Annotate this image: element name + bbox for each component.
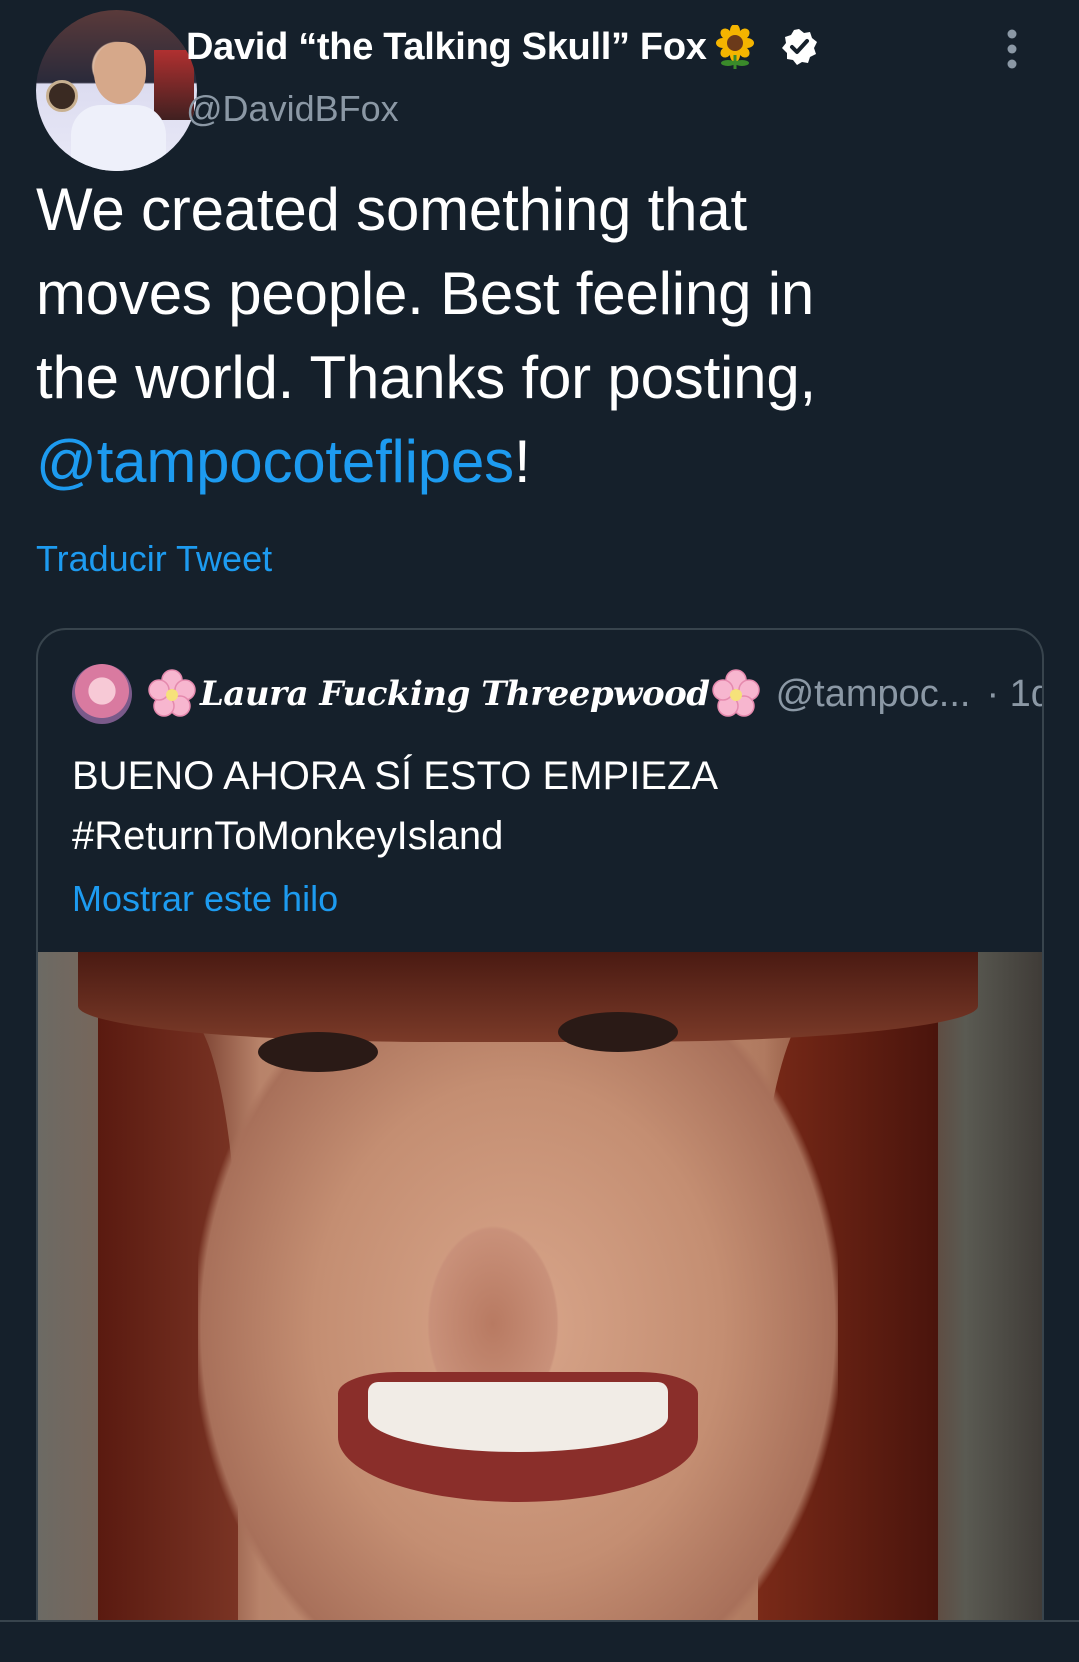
translate-tweet-link[interactable]: Traducir Tweet [36, 538, 272, 580]
quoted-tweet-header: Laura Fucking Threepwood @tampoc... · 1d [72, 664, 1042, 724]
more-options-icon[interactable] [1000, 24, 1024, 74]
tweet-text-line: the world. Thanks for posting, [36, 344, 816, 411]
mention-link[interactable]: @tampocoteflipes [36, 428, 514, 495]
quoted-tweet-card[interactable]: Laura Fucking Threepwood @tampoc... · 1d… [36, 628, 1044, 1662]
verified-badge-icon [779, 27, 819, 67]
tweet-text-line: @tampocoteflipes! [36, 420, 1036, 504]
quoted-author-avatar[interactable] [72, 664, 132, 724]
cherry-blossom-icon [710, 668, 762, 720]
hashtag-link[interactable]: #ReturnToMonkeyIsland [72, 806, 1012, 866]
sunflower-icon [713, 24, 757, 69]
author-handle[interactable]: @DavidBFox [186, 88, 399, 130]
bottom-divider [0, 1620, 1079, 1662]
quoted-text-line: BUENO AHORA SÍ ESTO EMPIEZA [72, 754, 719, 798]
quoted-tweet-text: BUENO AHORA SÍ ESTO EMPIEZA #ReturnToMon… [72, 746, 1012, 866]
quoted-tweet-photo[interactable] [38, 952, 1042, 1662]
quoted-author-name[interactable]: Laura Fucking Threepwood [200, 674, 710, 714]
cherry-blossom-icon [146, 668, 198, 720]
quoted-tweet-time[interactable]: · 1d [986, 673, 1042, 716]
tweet-text-line: moves people. Best feeling in [36, 260, 815, 327]
quoted-author-handle[interactable]: @tampoc... [776, 673, 971, 716]
show-thread-link[interactable]: Mostrar este hilo [72, 878, 338, 920]
skull-prop [46, 80, 78, 112]
tweet-text: We created something that moves people. … [36, 168, 1036, 504]
author-avatar[interactable] [36, 10, 197, 171]
tweet-text-line: We created something that [36, 176, 747, 243]
author-name-row: David “the Talking Skull” Fox [186, 22, 819, 72]
author-display-name[interactable]: David “the Talking Skull” Fox [186, 26, 707, 69]
mention-suffix: ! [513, 428, 531, 495]
